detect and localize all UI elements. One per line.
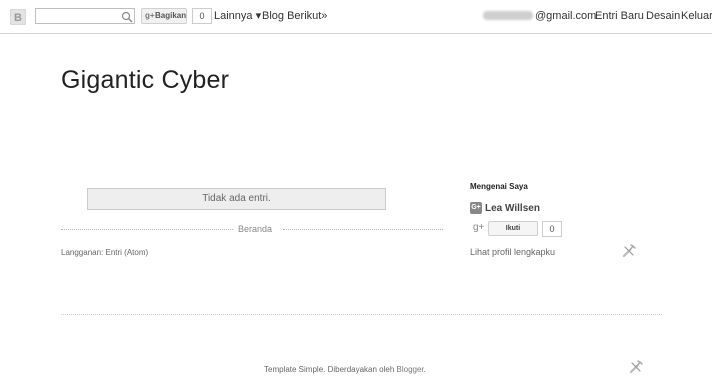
- more-menu[interactable]: Lainnya ▾: [214, 9, 261, 23]
- google-plus-icon: g+: [145, 11, 155, 20]
- follow-count-badge: 0: [542, 221, 562, 237]
- footer-divider: [61, 314, 662, 315]
- google-plus-icon[interactable]: G+: [470, 202, 482, 214]
- subscribe-label: Langganan:: [61, 248, 106, 257]
- footer-text: Template Simple. Diberdayakan oleh: [264, 365, 397, 374]
- subscribe-line: Langganan: Entri (Atom): [61, 248, 148, 257]
- footer-suffix: .: [423, 365, 426, 374]
- edit-wrench-icon[interactable]: [621, 243, 637, 259]
- search-icon[interactable]: [121, 10, 133, 23]
- pager-divider-right: [283, 229, 443, 230]
- next-blog-link[interactable]: Blog Berikut»: [262, 9, 327, 23]
- follow-button[interactable]: Ikuti: [488, 221, 538, 236]
- account-email: @gmail.com: [535, 10, 597, 22]
- blogger-link[interactable]: Blogger: [397, 365, 424, 374]
- no-posts-message: Tidak ada entri.: [87, 188, 386, 210]
- home-link[interactable]: Beranda: [238, 224, 272, 234]
- edit-wrench-icon[interactable]: [628, 359, 644, 375]
- pager-divider-left: [61, 229, 233, 230]
- logout-link[interactable]: Keluar: [681, 9, 712, 23]
- search-input[interactable]: [35, 8, 135, 24]
- subscribe-atom-link[interactable]: Entri (Atom): [106, 248, 149, 257]
- blog-title[interactable]: Gigantic Cyber: [61, 66, 229, 95]
- google-plus-icon: g+: [473, 222, 485, 233]
- about-me-title: Mengenai Saya: [470, 182, 528, 191]
- share-label: Bagikan: [155, 11, 187, 20]
- svg-text:B: B: [14, 12, 22, 24]
- email-redacted: [483, 11, 533, 20]
- blogger-navbar: B g+ Bagikan 0 Lainnya ▾ Blog Berikut» @…: [0, 0, 712, 34]
- design-link[interactable]: Desain: [646, 9, 680, 23]
- new-post-link[interactable]: Entri Baru: [595, 9, 644, 23]
- share-button[interactable]: g+ Bagikan: [141, 8, 187, 24]
- profile-name[interactable]: Lea Willsen: [485, 203, 540, 214]
- blogger-logo-icon[interactable]: B: [10, 9, 26, 25]
- share-count-badge: 0: [192, 8, 212, 24]
- view-profile-link[interactable]: Lihat profil lengkapku: [470, 247, 555, 257]
- footer-attribution: Template Simple. Diberdayakan oleh Blogg…: [264, 365, 426, 374]
